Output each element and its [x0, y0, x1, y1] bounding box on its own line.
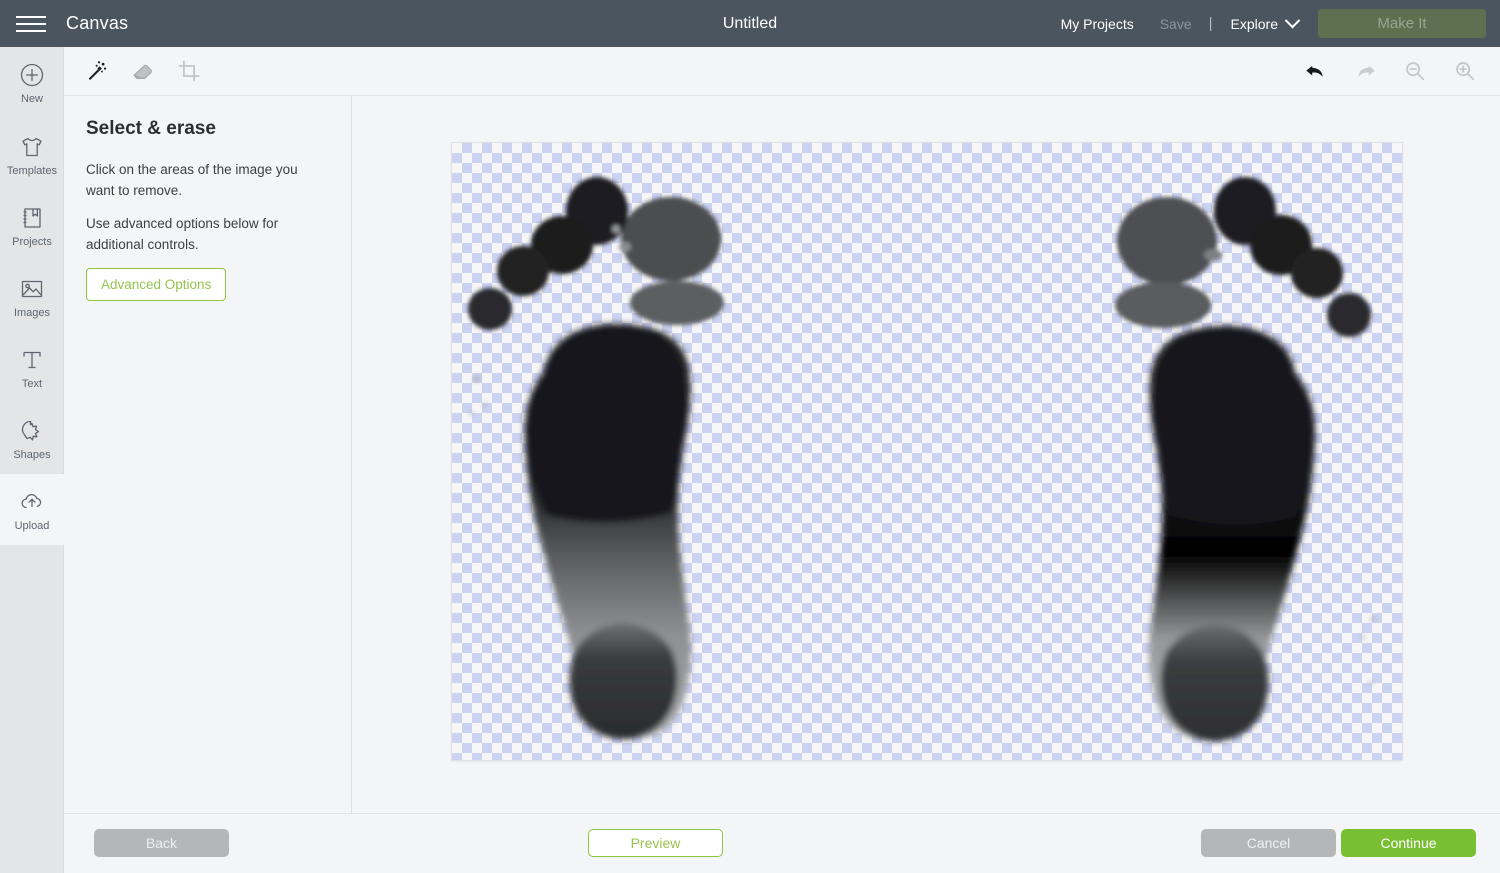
- sidebar-label-upload: Upload: [14, 519, 50, 532]
- panel-instruction-2: Use advanced options below for additiona…: [86, 216, 279, 252]
- sidebar-item-templates[interactable]: Templates: [0, 119, 64, 190]
- hamburger-bar-2: [16, 22, 46, 25]
- tshirt-icon: [18, 133, 46, 161]
- hamburger-bar-3: [16, 29, 46, 32]
- left-sidebar-rail: New Templates Projects Images Text Shape…: [0, 47, 64, 873]
- star-shapes-icon: [18, 417, 46, 445]
- right-footprint[interactable]: [1087, 167, 1387, 747]
- sidebar-item-projects[interactable]: Projects: [0, 190, 64, 261]
- plus-circle-icon: [18, 61, 46, 89]
- sidebar-item-upload[interactable]: Upload: [0, 474, 64, 545]
- artboard-transparent-canvas[interactable]: [452, 143, 1402, 760]
- sidebar-label-shapes: Shapes: [13, 448, 51, 461]
- make-it-button[interactable]: Make It: [1318, 9, 1486, 38]
- editor-toolbar: [64, 47, 1500, 96]
- tool-options-panel: Select & erase Click on the areas of the…: [64, 96, 352, 813]
- undo-icon[interactable]: [1298, 54, 1332, 88]
- explore-dropdown[interactable]: Explore: [1217, 12, 1308, 32]
- header-separator: |: [1208, 15, 1213, 32]
- toolbar-tools-group: [64, 54, 206, 88]
- sidebar-label-projects: Projects: [12, 235, 52, 248]
- sidebar-label-images: Images: [13, 306, 51, 319]
- cancel-button[interactable]: Cancel: [1201, 829, 1336, 857]
- image-icon: [18, 275, 46, 303]
- toolbar-actions-group: [1298, 54, 1500, 88]
- panel-instruction-1: Click on the areas of the image you want…: [86, 162, 298, 198]
- crop-icon[interactable]: [172, 54, 206, 88]
- chevron-down-icon: [1284, 12, 1301, 29]
- explore-label: Explore: [1230, 15, 1278, 32]
- magic-wand-icon[interactable]: [80, 54, 114, 88]
- notebook-icon: [18, 204, 46, 232]
- sidebar-item-text[interactable]: Text: [0, 332, 64, 403]
- header-actions: My Projects Save | Explore Make It: [1048, 9, 1500, 38]
- cloud-upload-icon: [18, 488, 46, 516]
- sidebar-label-text: Text: [21, 377, 43, 390]
- sidebar-item-images[interactable]: Images: [0, 261, 64, 332]
- preview-button[interactable]: Preview: [588, 829, 723, 857]
- hamburger-menu-icon[interactable]: [0, 0, 62, 47]
- zoom-out-icon[interactable]: [1398, 54, 1432, 88]
- canvas-stage[interactable]: [352, 96, 1500, 813]
- canvas-app-window: Canvas Untitled My Projects Save | Explo…: [0, 0, 1500, 873]
- left-footprint[interactable]: [457, 163, 757, 753]
- panel-title: Select & erase: [86, 118, 216, 139]
- zoom-in-icon[interactable]: [1448, 54, 1482, 88]
- back-button[interactable]: Back: [94, 829, 229, 857]
- my-projects-link[interactable]: My Projects: [1048, 16, 1147, 32]
- hamburger-bar-1: [16, 15, 46, 18]
- advanced-options-button[interactable]: Advanced Options: [86, 268, 227, 302]
- sidebar-item-new[interactable]: New: [0, 47, 64, 119]
- footer-action-bar: Back Preview Cancel Continue: [64, 813, 1500, 873]
- continue-button[interactable]: Continue: [1341, 829, 1476, 857]
- eraser-icon[interactable]: [126, 54, 160, 88]
- sidebar-item-shapes[interactable]: Shapes: [0, 403, 64, 474]
- text-t-icon: [18, 346, 46, 374]
- app-title: Canvas: [66, 13, 129, 33]
- sidebar-label-new: New: [20, 93, 43, 105]
- redo-icon[interactable]: [1348, 54, 1382, 88]
- sidebar-label-templates: Templates: [6, 164, 58, 177]
- top-header-bar: Canvas Untitled My Projects Save | Explo…: [0, 0, 1500, 47]
- save-button[interactable]: Save: [1147, 16, 1205, 32]
